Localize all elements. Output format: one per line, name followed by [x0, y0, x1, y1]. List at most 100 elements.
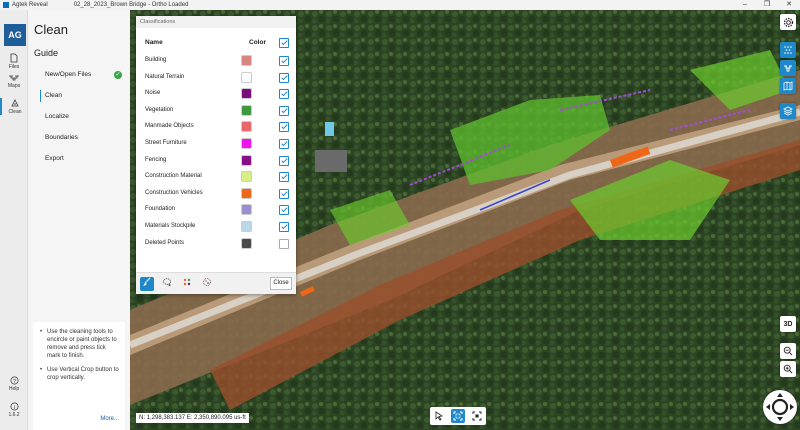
color-swatch[interactable] [241, 187, 252, 199]
view-3d-button[interactable]: 3D [780, 316, 796, 332]
step-label: Localize [45, 113, 69, 120]
point-cloud-button[interactable] [780, 42, 796, 58]
classification-name: Natural Terrain [145, 73, 185, 80]
color-swatch[interactable] [241, 237, 252, 249]
visibility-checkbox[interactable] [279, 222, 289, 232]
gear-icon [783, 17, 793, 27]
maximize-button[interactable]: ❐ [756, 0, 778, 10]
color-swatch[interactable] [241, 171, 252, 183]
zoom-in-icon [783, 364, 793, 374]
classification-row: Construction Material [145, 171, 293, 183]
guide-heading: Guide [34, 48, 59, 58]
classifications-dialog: Classifications Name Color Building Natur… [136, 16, 296, 294]
step-localize[interactable]: Localize [40, 111, 122, 123]
frame-select-button[interactable] [450, 409, 465, 423]
visibility-checkbox[interactable] [279, 72, 289, 83]
color-points-tool[interactable] [180, 277, 194, 291]
step-new-open-files[interactable]: New/Open Files ✓ [40, 69, 122, 81]
close-window-button[interactable]: ✕ [778, 0, 800, 10]
color-swatch[interactable] [241, 154, 252, 166]
classification-name: Building [145, 57, 167, 63]
color-swatch[interactable] [241, 221, 252, 232]
visibility-checkbox[interactable] [279, 105, 289, 116]
tip-item: Use the cleaning tools to encircle or pa… [39, 328, 119, 360]
crop-tool-button[interactable] [470, 409, 484, 423]
color-swatch[interactable] [241, 204, 252, 216]
visibility-checkbox[interactable] [279, 89, 289, 100]
visibility-checkbox[interactable] [279, 205, 289, 216]
info-icon: i [10, 402, 18, 411]
frame-select-icon [453, 411, 463, 421]
selection-toolbar [430, 407, 486, 425]
document-title: 02_28_2023_Brown Bridge - Ortho Loaded [73, 2, 189, 8]
lasso-tool[interactable] [160, 277, 174, 291]
brush-icon [142, 277, 151, 287]
color-swatch[interactable] [241, 104, 252, 116]
help-icon: ? [10, 376, 18, 385]
settings-button[interactable] [780, 14, 796, 30]
point-cloud-icon [784, 46, 792, 54]
left-rail: AG Files Maps Clean ? Help i 1.6.2 [0, 10, 28, 430]
step-label: Clean [45, 92, 62, 99]
select-tool-button[interactable] [432, 409, 446, 423]
navigation-control[interactable] [763, 390, 797, 424]
visibility-checkbox[interactable] [279, 122, 289, 133]
visibility-checkbox[interactable] [279, 139, 289, 149]
rail-item-maps[interactable]: Maps [0, 74, 28, 89]
drone-icon [784, 65, 792, 72]
drone-icon [9, 75, 19, 81]
close-button[interactable]: Close [270, 277, 292, 290]
classification-name: Noise [145, 90, 161, 97]
select-all-checkbox[interactable] [279, 38, 289, 48]
classification-row: Foundation [145, 204, 293, 216]
files-icon [10, 53, 18, 63]
color-swatch[interactable] [241, 138, 252, 149]
step-label: New/Open Files [45, 71, 92, 78]
erase-points-tool[interactable] [200, 277, 214, 291]
classification-row: Natural Terrain [145, 71, 293, 84]
map-view-button[interactable] [780, 78, 796, 94]
step-label: Export [45, 155, 64, 162]
minimize-button[interactable]: – [734, 0, 756, 10]
zoom-in-button[interactable] [780, 361, 796, 377]
classification-row: Deleted Points [145, 237, 293, 250]
map-icon [783, 81, 793, 91]
classification-row: Noise [145, 88, 293, 100]
rail-item-label: Maps [7, 83, 21, 89]
step-boundaries[interactable]: Boundaries [40, 132, 122, 144]
cursor-arrow-icon [435, 411, 443, 421]
drone-view-button[interactable] [780, 60, 796, 76]
color-swatch[interactable] [241, 121, 252, 133]
classification-row: Building [145, 55, 293, 67]
version-label: 1.6.2 [8, 412, 20, 418]
classification-name: Street Furniture [145, 140, 187, 146]
layers-icon [783, 106, 793, 116]
zoom-out-button[interactable] [780, 343, 796, 359]
step-clean[interactable]: Clean [40, 90, 122, 102]
name-column-header: Name [145, 39, 163, 46]
visibility-checkbox[interactable] [279, 188, 289, 199]
visibility-checkbox[interactable] [279, 56, 289, 66]
help-button[interactable]: ? Help [0, 376, 28, 392]
classification-row: Manmade Objects [145, 121, 293, 133]
color-swatch[interactable] [241, 88, 252, 100]
rail-item-label: Clean [8, 109, 22, 115]
visibility-checkbox[interactable] [279, 155, 289, 166]
rail-item-clean[interactable]: Clean [0, 98, 28, 115]
color-swatch[interactable] [241, 55, 252, 66]
more-link[interactable]: More... [100, 416, 119, 422]
paint-brush-tool[interactable] [140, 277, 154, 291]
app-icon [3, 2, 9, 8]
color-dots-icon [183, 278, 191, 286]
visibility-checkbox[interactable] [279, 172, 289, 183]
classification-name: Vegetation [145, 106, 174, 113]
dialog-title: Classifications [136, 16, 296, 28]
classification-row: Construction Vehicles [145, 187, 293, 200]
visibility-checkbox[interactable] [279, 238, 289, 249]
classification-name: Foundation [145, 206, 176, 213]
color-swatch[interactable] [241, 71, 252, 83]
step-export[interactable]: Export [40, 153, 122, 165]
rail-item-files[interactable]: Files [0, 53, 28, 70]
about-button[interactable]: i 1.6.2 [0, 402, 28, 418]
layers-button[interactable] [780, 103, 796, 119]
